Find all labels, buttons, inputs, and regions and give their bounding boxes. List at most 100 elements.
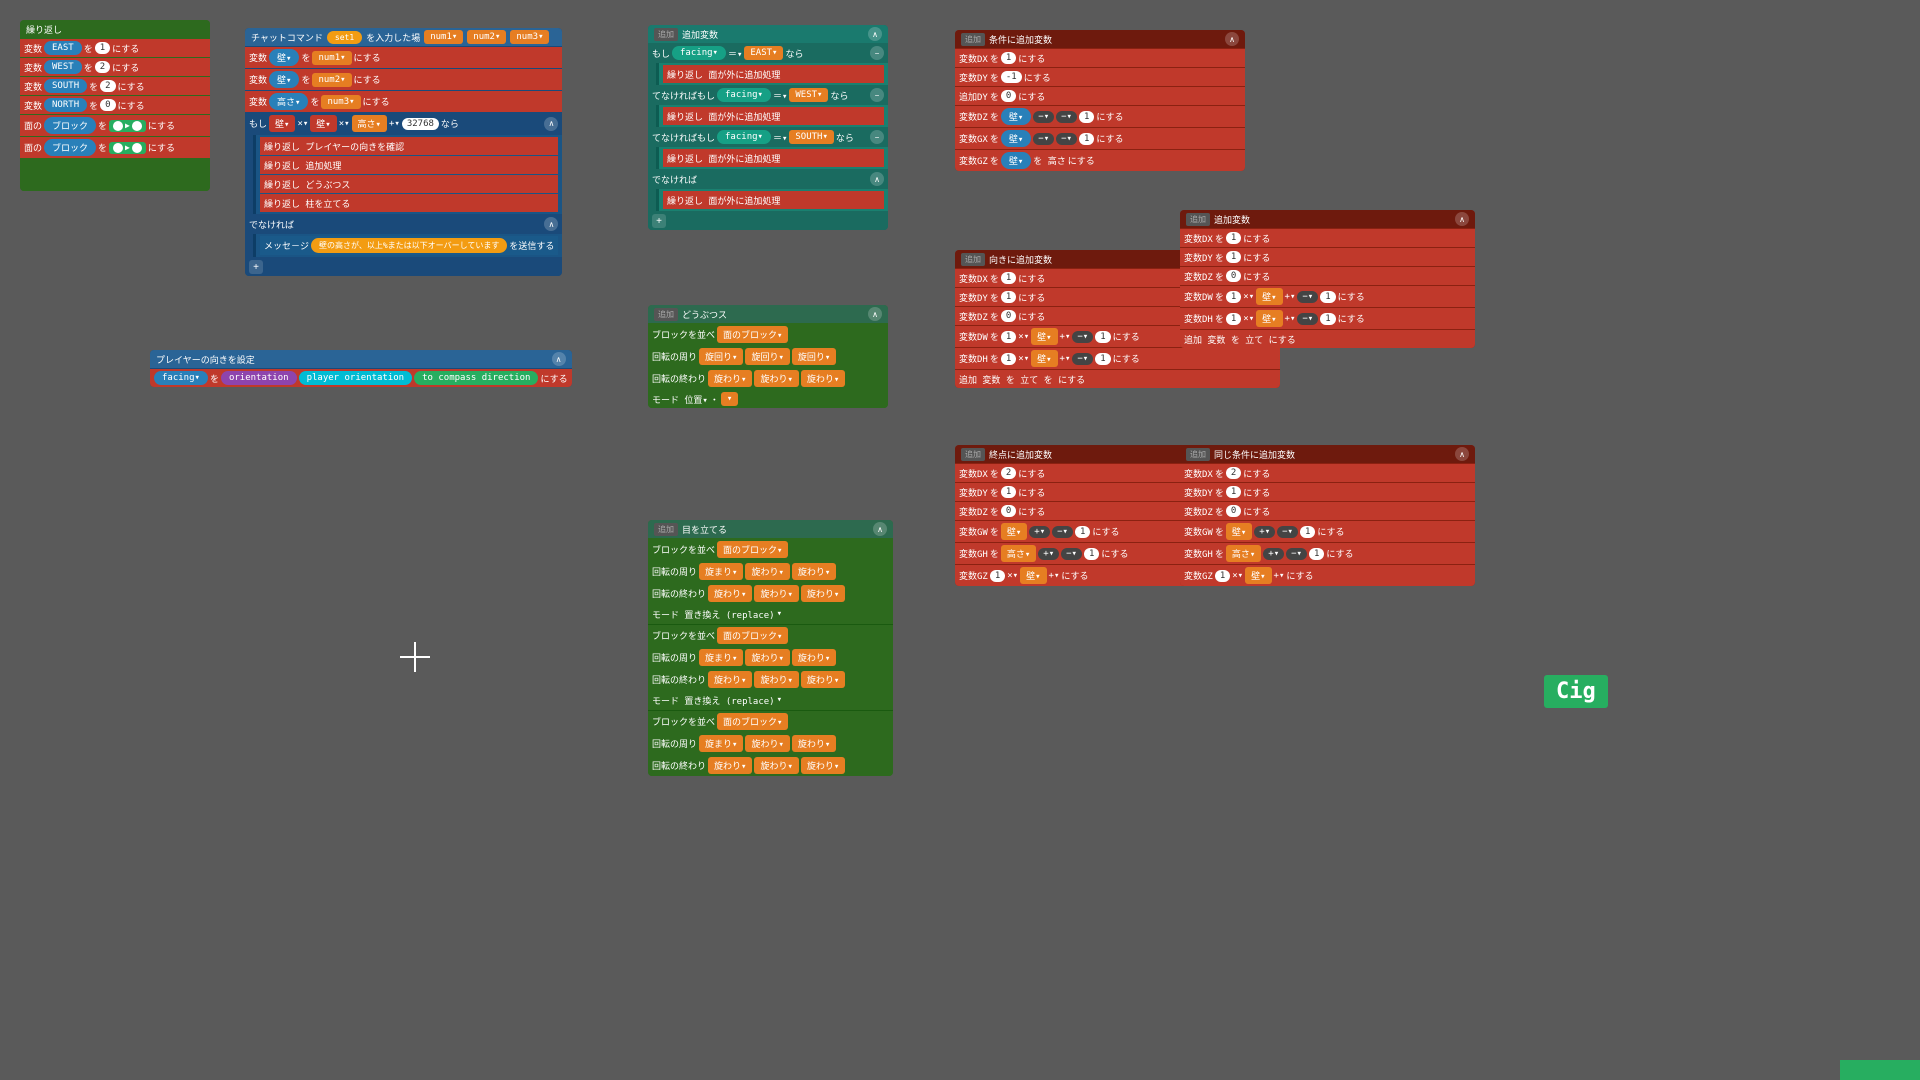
top-left-green-group: 繰り返し 変数 EAST を 1 にする 変数 WEST を 2 にする 変数 …	[20, 20, 210, 191]
ev4-row4: 変数DW を 1 ×▾ 壁▾ +▾ −▾ 1 にする	[1180, 286, 1475, 307]
add-btn[interactable]: +	[249, 260, 263, 274]
addvar-title: 追加変数	[682, 28, 718, 41]
orientation-title: プレイヤーの向きを設定	[156, 353, 255, 366]
extra-var3-title: 終点に追加変数	[989, 448, 1052, 461]
extra-var1-group: 追加 条件に追加変数 ∧ 変数DX を 1 にする 変数DY を -1 にする …	[955, 30, 1245, 171]
ev2-row5: 変数DH を 1 ×▾ 壁▾ +▾ −▾ 1 にする	[955, 348, 1280, 369]
green-group-header: 繰り返し	[20, 20, 210, 38]
extra-var1-title: 条件に追加変数	[989, 33, 1052, 46]
animal-header: 追加 どうぶつス ∧	[648, 305, 888, 323]
animal-level-row: ブロックを並べ 面のブロック▾	[648, 324, 888, 345]
target-rot1: 回転の周り 旋まり▾ 旋わり▾ 旋わり▾	[648, 561, 893, 582]
orientation-row: facing▾ を orientation player orientation…	[150, 369, 572, 387]
collapse-else[interactable]: ∧	[544, 217, 558, 231]
green-btn-2[interactable]: ▶	[109, 142, 146, 154]
if-body-row-4: 繰り返し 柱を立てる	[260, 194, 558, 212]
addvar-elseif-body: 繰り返し 面が外に追加処理	[656, 105, 888, 127]
collapse-elseif2[interactable]: −	[870, 130, 884, 144]
var-row-east: 変数 EAST を 1 にする	[20, 39, 210, 57]
orientation-header: プレイヤーの向きを設定 ∧	[150, 350, 572, 368]
animal-rot-row2: 回転の終わり 旋わり▾ 旋わり▾ 旋わり▾	[648, 368, 888, 389]
ev4-row6: 追加 変数 を 立て にする	[1180, 330, 1475, 348]
extra-var5-group: 追加 同じ条件に追加変数 ∧ 変数DX を 2 にする 変数DY を 1 にする…	[1180, 445, 1475, 586]
row-label: 変数	[24, 42, 42, 55]
collapse-animal[interactable]: ∧	[868, 307, 882, 321]
block-row-2: 面の ブロック を ▶ にする	[20, 137, 210, 158]
chat-row-3: 変数 高さ▾ を num3▾ にする	[245, 91, 562, 112]
ev1-row1: 変数DX を 1 にする	[955, 49, 1245, 67]
ev5-row4: 変数GW を 壁▾ +▾ −▾ 1 にする	[1180, 521, 1475, 542]
ev4-row5: 変数DH を 1 ×▾ 壁▾ +▾ −▾ 1 にする	[1180, 308, 1475, 329]
target-rot6: 回転の終わり 旋わり▾ 旋わり▾ 旋わり▾	[648, 755, 893, 776]
addvar-header: 追加 追加変数 ∧	[648, 25, 888, 43]
addvar-if-row: もし facing▾ ＝▾ EAST▾ なら −	[648, 44, 888, 62]
ev1-row2: 変数DY を -1 にする	[955, 68, 1245, 86]
addvar-if-body: 繰り返し 面が外に追加処理	[656, 63, 888, 85]
collapse-else2[interactable]: ∧	[870, 172, 884, 186]
var-row-west: 変数 WEST を 2 にする	[20, 58, 210, 76]
var-name-west[interactable]: WEST	[44, 60, 82, 74]
collapse-target[interactable]: ∧	[873, 522, 887, 536]
ev1-row3: 追加DY を 0 にする	[955, 87, 1245, 105]
ev4-row3: 変数DZ を 0 にする	[1180, 267, 1475, 285]
addvar-elseif-row: てなければもし facing▾ ＝▾ WEST▾ なら −	[648, 86, 888, 104]
target-header: 追加 目を立てる ∧	[648, 520, 893, 538]
chat-bottom: +	[245, 258, 562, 276]
var-row-south: 変数 SOUTH を 2 にする	[20, 77, 210, 95]
collapse-ev5[interactable]: ∧	[1455, 447, 1469, 461]
collapse-ev1[interactable]: ∧	[1225, 32, 1239, 46]
green-btn-1[interactable]: ▶	[109, 120, 146, 132]
target-mode2: モード 置き換え (replace) ▾	[648, 691, 893, 709]
addvar-row-3: 繰り返し 面が外に追加処理	[663, 149, 884, 167]
target-level-row3: ブロックを並べ 面のブロック▾	[648, 710, 893, 732]
collapse-if2[interactable]: −	[870, 46, 884, 60]
addvar-row-2: 繰り返し 面が外に追加処理	[663, 107, 884, 125]
msg-text[interactable]: 壁の高さが、以上%または以下オーバーしています	[311, 238, 507, 253]
extra-var5-title: 同じ条件に追加変数	[1214, 448, 1295, 461]
addvar-elseif2-row: てなければもし facing▾ ＝▾ SOUTH▾ なら −	[648, 128, 888, 146]
ev5-row6: 変数GZ 1 ×▾ 壁▾ +▾ にする	[1180, 565, 1475, 586]
extra-var4-title: 追加変数	[1214, 213, 1250, 226]
collapse-if[interactable]: ∧	[544, 117, 558, 131]
addvar-else-body: 繰り返し 面が外に追加処理	[656, 189, 888, 211]
collapse-orientation[interactable]: ∧	[552, 352, 566, 366]
extra-var1-header: 追加 条件に追加変数 ∧	[955, 30, 1245, 48]
green-bottom	[20, 161, 210, 191]
ev5-row2: 変数DY を 1 にする	[1180, 483, 1475, 501]
var-value[interactable]: 1	[95, 42, 110, 54]
addvar-bottom: +	[648, 212, 888, 230]
animal-rot-row1: 回転の周り 旋回り▾ 旋回り▾ 旋回り▾	[648, 346, 888, 367]
chat-header: チャットコマンド set1 を入力した場 num1▾ num2▾ num3▾	[245, 28, 562, 46]
chat-title: チャットコマンド	[251, 31, 323, 44]
ev1-row6: 変数GZ を 壁▾ を 高さ にする	[955, 150, 1245, 171]
add-btn2[interactable]: +	[652, 214, 666, 228]
extra-var4-header: 追加 追加変数 ∧	[1180, 210, 1475, 228]
cig-label: Cig	[1544, 675, 1608, 708]
var-name-south[interactable]: SOUTH	[44, 79, 87, 93]
ev4-row1: 変数DX を 1 にする	[1180, 229, 1475, 247]
block-row-1: 面の ブロック を ▶ にする	[20, 115, 210, 136]
addvar-elseif2-body: 繰り返し 面が外に追加処理	[656, 147, 888, 169]
ev5-row5: 変数GH を 高さ▾ +▾ −▾ 1 にする	[1180, 543, 1475, 564]
chat-row-1: 変数 壁▾ を num1▾ にする	[245, 47, 562, 68]
extra-var5-header: 追加 同じ条件に追加変数 ∧	[1180, 445, 1475, 463]
extra-var4-group: 追加 追加変数 ∧ 変数DX を 1 にする 変数DY を 1 にする 変数DZ…	[1180, 210, 1475, 348]
collapse-elseif[interactable]: −	[870, 88, 884, 102]
addvar-else-row: でなければ ∧	[648, 170, 888, 188]
else-body: メッセ－ジ 壁の高さが、以上%または以下オーバーしています を送信する	[253, 234, 562, 257]
if-body-row-3: 繰り返し どうぶつス	[260, 175, 558, 193]
green-bar-bottom-right	[1840, 1060, 1920, 1080]
cursor-crosshair	[400, 642, 430, 672]
collapse-addvar[interactable]: ∧	[868, 27, 882, 41]
var-row-north: 変数 NORTH を 0 にする	[20, 96, 210, 114]
var-name[interactable]: EAST	[44, 41, 82, 55]
ev2-row6: 追加 変数 を 立て を にする	[955, 370, 1280, 388]
chat-tag[interactable]: set1	[327, 31, 362, 44]
var-name-north[interactable]: NORTH	[44, 98, 87, 112]
animal-group: 追加 どうぶつス ∧ ブロックを並べ 面のブロック▾ 回転の周り 旋回り▾ 旋回…	[648, 305, 888, 408]
target-rot2: 回転の終わり 旋わり▾ 旋わり▾ 旋わり▾	[648, 583, 893, 604]
collapse-ev4[interactable]: ∧	[1455, 212, 1469, 226]
if-body: 繰り返し プレイヤーの向きを確認 繰り返し 追加処理 繰り返し どうぶつス 繰り…	[253, 135, 562, 214]
green-group-title: 繰り返し	[26, 23, 62, 36]
extra-var2-title: 向きに追加変数	[989, 253, 1052, 266]
